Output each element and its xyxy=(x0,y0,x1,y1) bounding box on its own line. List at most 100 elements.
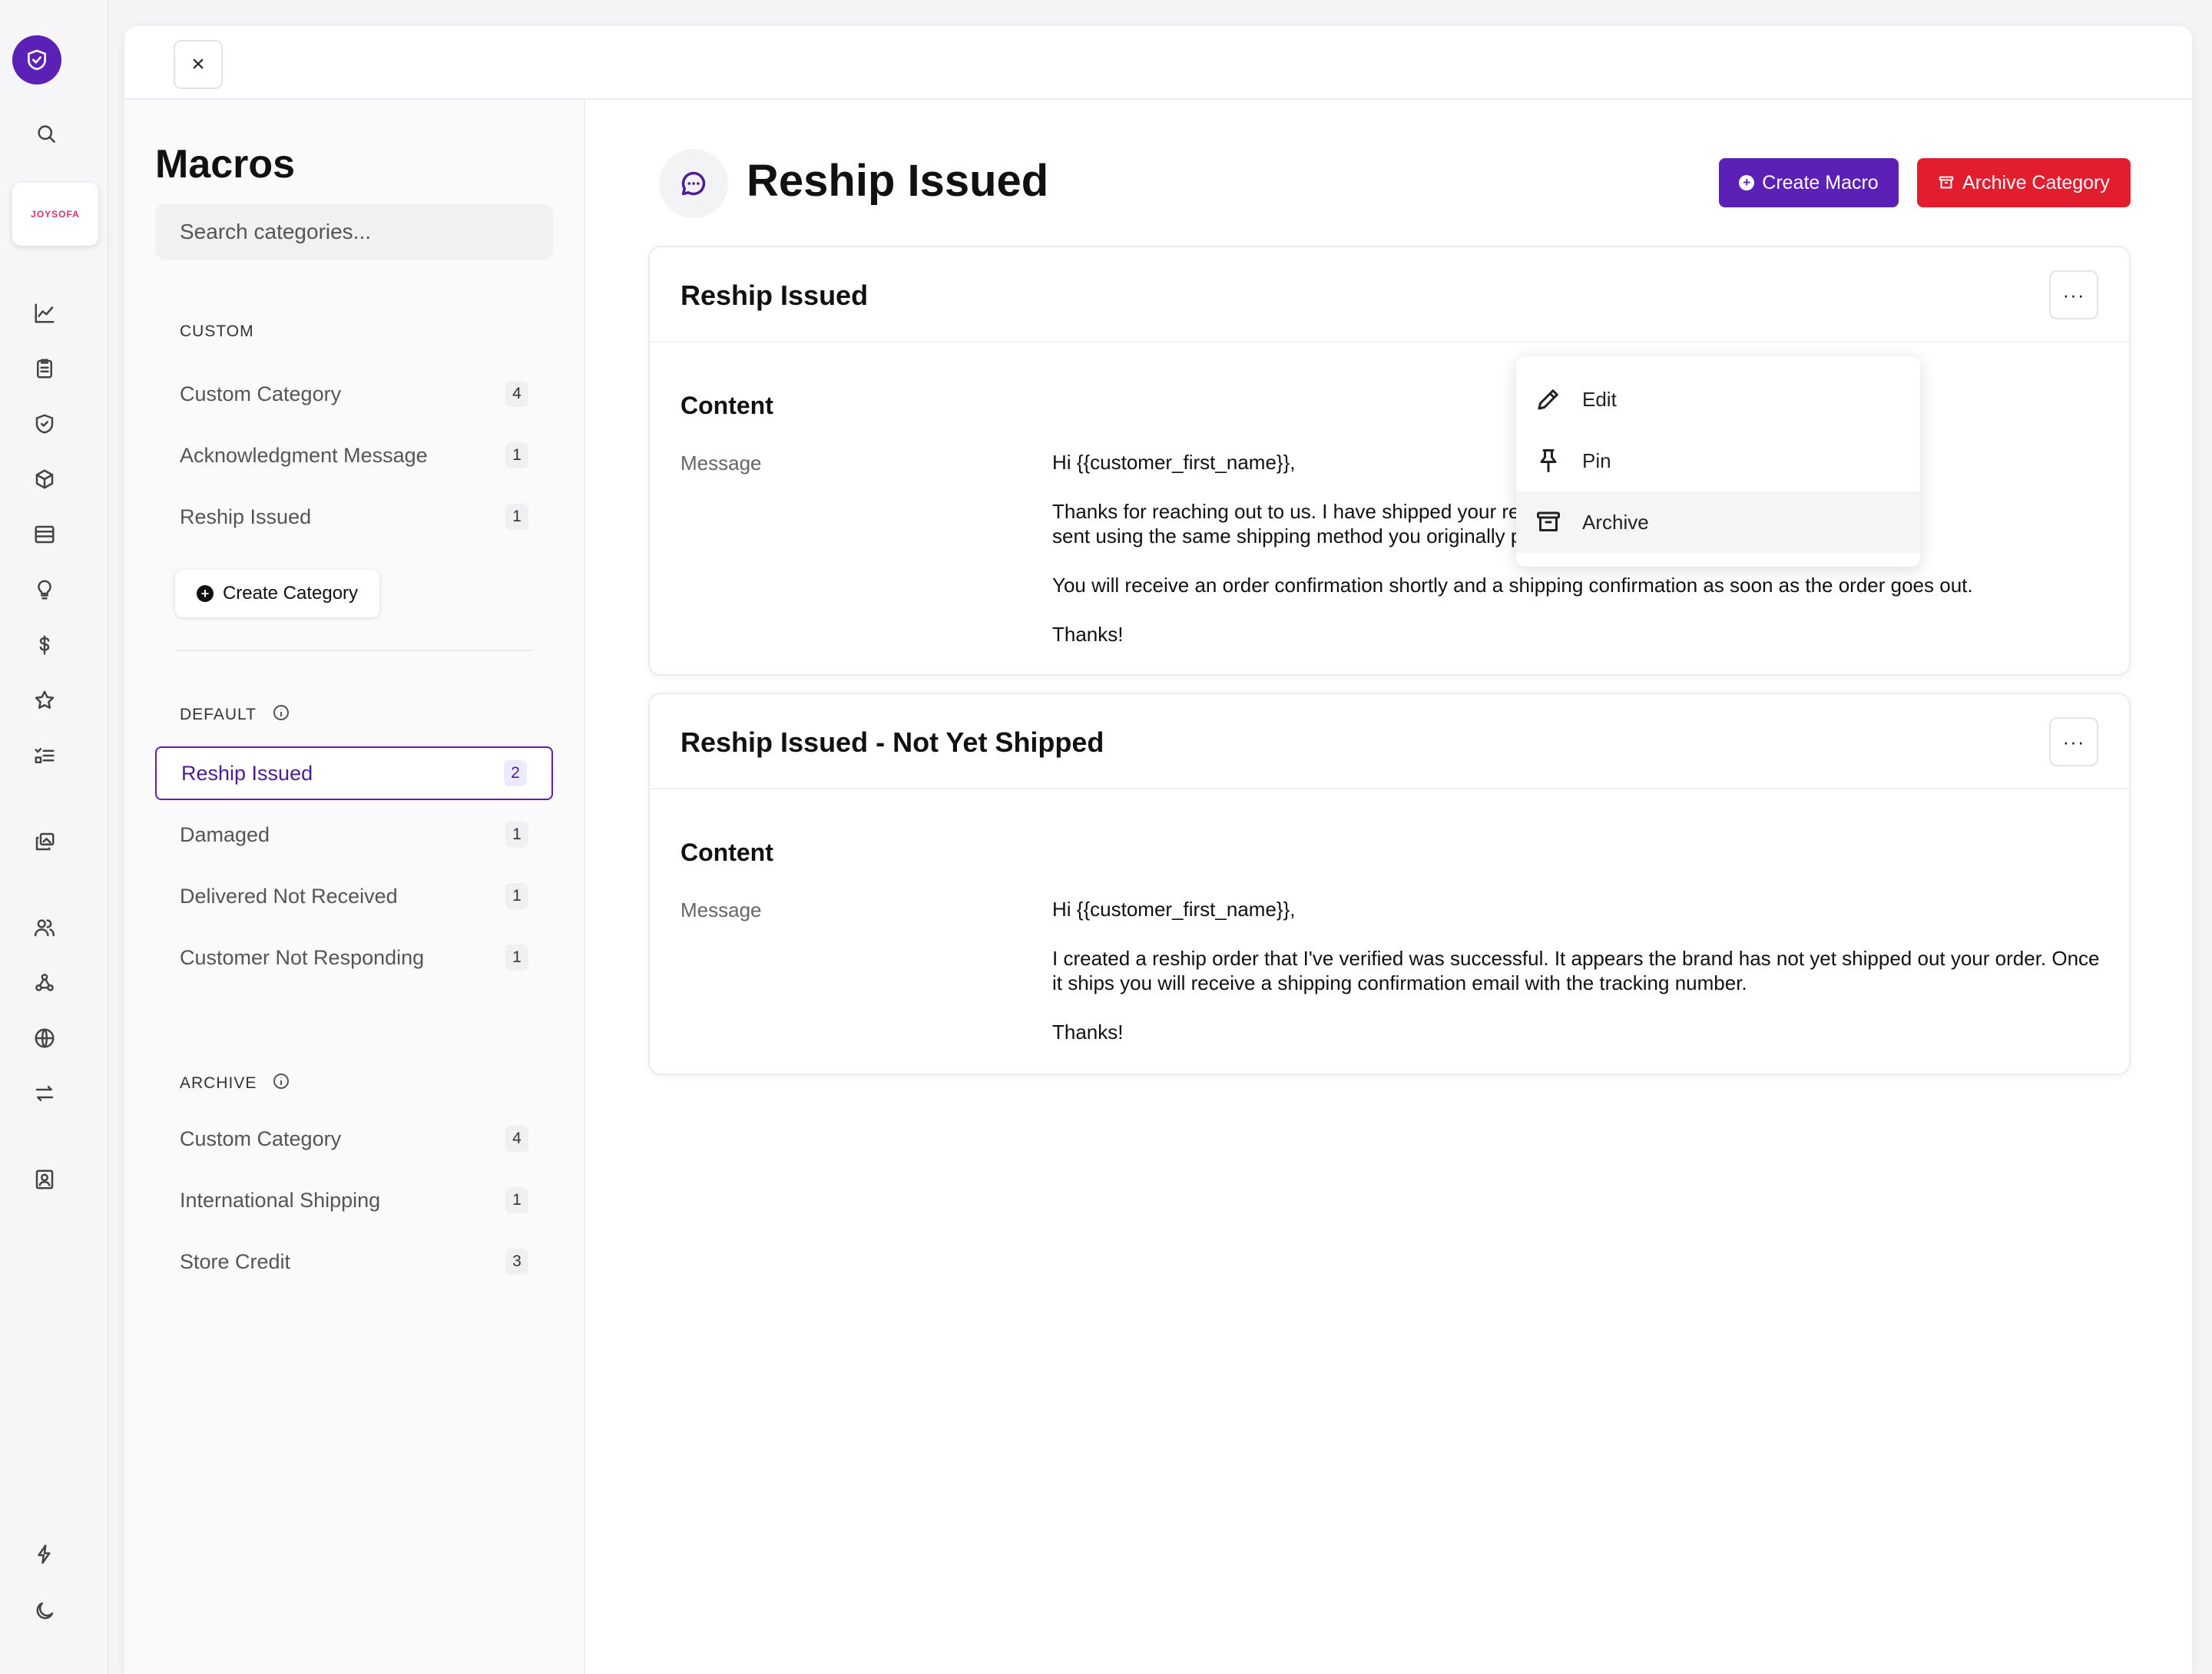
info-icon[interactable] xyxy=(272,1072,290,1095)
rail-contacts[interactable] xyxy=(31,1166,58,1193)
category-item[interactable]: Custom Category 4 xyxy=(155,367,553,421)
macros-panel: × Macros CUSTOM Custom Category 4 Acknow… xyxy=(124,26,2192,1674)
rail-analytics[interactable] xyxy=(31,299,58,327)
shield-check-icon xyxy=(28,49,46,71)
category-item-active[interactable]: Reship Issued 2 xyxy=(155,746,553,800)
category-item[interactable]: Customer Not Responding 1 xyxy=(155,931,553,984)
table-icon xyxy=(35,525,55,544)
rail-shield[interactable] xyxy=(31,410,58,438)
create-macro-label: Create Macro xyxy=(1762,171,1879,194)
rail-users[interactable] xyxy=(31,914,58,941)
app-logo[interactable] xyxy=(12,35,61,84)
checklist-icon xyxy=(35,748,55,763)
arrows-exchange-icon xyxy=(35,1086,54,1101)
brand-label: JOYSOFA xyxy=(31,209,80,220)
brand-switcher[interactable]: JOYSOFA xyxy=(12,183,98,246)
category-count: 4 xyxy=(505,381,528,407)
dollar-icon xyxy=(39,635,50,655)
create-macro-button[interactable]: + Create Macro xyxy=(1719,158,1899,207)
webhook-icon xyxy=(35,974,54,991)
rail-search-button[interactable] xyxy=(18,109,74,158)
images-icon xyxy=(35,832,55,851)
category-count: 1 xyxy=(505,1187,528,1213)
rail-automations[interactable] xyxy=(31,1540,58,1568)
category-label: International Shipping xyxy=(180,1188,381,1212)
rail-globe[interactable] xyxy=(31,1024,58,1052)
rail-transfers[interactable] xyxy=(31,1080,58,1107)
content-heading: Content xyxy=(680,392,773,419)
lightning-icon xyxy=(38,1544,51,1564)
rail-clipboard[interactable] xyxy=(31,355,58,382)
menu-item-edit[interactable]: Edit xyxy=(1516,369,1920,430)
menu-item-label: Edit xyxy=(1582,387,1617,411)
default-section-label: DEFAULT xyxy=(180,703,290,726)
plus-circle-icon: + xyxy=(1739,175,1755,190)
macro-card-header: Reship Issued - Not Yet Shipped ··· xyxy=(650,694,2129,789)
category-label: Customer Not Responding xyxy=(180,945,425,969)
macro-title: Reship Issued - Not Yet Shipped xyxy=(680,726,1104,758)
category-label: Acknowledgment Message xyxy=(180,443,428,467)
info-icon[interactable] xyxy=(272,703,290,726)
rail-ideas[interactable] xyxy=(31,576,58,604)
plus-circle-icon: + xyxy=(196,585,214,602)
rail-table[interactable] xyxy=(31,521,58,548)
rail-integrations[interactable] xyxy=(31,969,58,997)
custom-section-text: CUSTOM xyxy=(180,323,254,340)
message-paragraph: Thanks! xyxy=(1052,623,1124,646)
pencil-icon xyxy=(1538,389,1558,410)
rail-favorites[interactable] xyxy=(31,686,58,714)
section-divider xyxy=(175,650,533,651)
category-label: Custom Category xyxy=(180,382,342,405)
close-button[interactable]: × xyxy=(174,40,223,89)
message-label: Message xyxy=(680,452,762,475)
category-item[interactable]: International Shipping 1 xyxy=(155,1173,553,1227)
category-sidebar: Macros CUSTOM Custom Category 4 Acknowle… xyxy=(124,100,585,1674)
search-categories-input[interactable] xyxy=(155,204,553,260)
archive-category-button[interactable]: Archive Category xyxy=(1917,158,2131,207)
category-label: Delivered Not Received xyxy=(180,884,398,908)
app-rail: JOYSOFA xyxy=(0,0,109,1674)
users-icon xyxy=(34,919,55,937)
rail-dark-mode[interactable] xyxy=(31,1597,58,1625)
more-options-button[interactable]: ··· xyxy=(2049,270,2098,319)
category-label: Store Credit xyxy=(180,1249,291,1273)
rail-gallery[interactable] xyxy=(31,828,58,855)
category-item[interactable]: Damaged 1 xyxy=(155,808,553,862)
category-label: Reship Issued xyxy=(181,761,313,785)
menu-item-label: Archive xyxy=(1582,510,1649,534)
rail-checklist[interactable] xyxy=(31,742,58,769)
macros-main: Reship Issued + Create Macro Archive Cat… xyxy=(585,100,2192,1674)
panel-header: × xyxy=(124,26,2192,100)
category-count: 1 xyxy=(505,822,528,848)
archive-icon xyxy=(1939,176,1954,189)
menu-item-label: Pin xyxy=(1582,448,1611,472)
lightbulb-icon xyxy=(38,580,51,600)
globe-icon xyxy=(35,1028,55,1048)
category-item[interactable]: Delivered Not Received 1 xyxy=(155,869,553,923)
contact-card-icon xyxy=(35,1169,54,1189)
message-paragraph: I created a reship order that I've verif… xyxy=(1052,947,2100,994)
rail-box[interactable] xyxy=(31,465,58,493)
category-item[interactable]: Reship Issued 1 xyxy=(155,490,553,544)
message-paragraph: Thanks! xyxy=(1052,1021,1124,1044)
menu-item-pin[interactable]: Pin xyxy=(1516,430,1920,491)
archive-section-label: ARCHIVE xyxy=(180,1072,290,1095)
more-options-button[interactable]: ··· xyxy=(2049,717,2098,766)
category-item[interactable]: Store Credit 3 xyxy=(155,1235,553,1289)
pin-icon xyxy=(1540,449,1557,472)
category-count: 1 xyxy=(505,504,528,530)
rail-billing[interactable] xyxy=(31,631,58,659)
archive-icon xyxy=(1537,511,1560,531)
default-section-text: DEFAULT xyxy=(180,706,257,723)
category-label: Reship Issued xyxy=(180,505,312,528)
archive-section-text: ARCHIVE xyxy=(180,1074,257,1092)
category-item[interactable]: Acknowledgment Message 1 xyxy=(155,428,553,482)
shield-icon xyxy=(35,414,54,434)
search-icon xyxy=(38,125,55,143)
macro-card: Reship Issued - Not Yet Shipped ··· Cont… xyxy=(648,693,2131,1075)
create-category-label: Create Category xyxy=(222,583,359,604)
category-item[interactable]: Custom Category 4 xyxy=(155,1112,553,1166)
create-category-button[interactable]: + Create Category xyxy=(175,570,379,617)
menu-item-archive[interactable]: Archive xyxy=(1516,491,1920,553)
moon-icon xyxy=(36,1602,54,1619)
